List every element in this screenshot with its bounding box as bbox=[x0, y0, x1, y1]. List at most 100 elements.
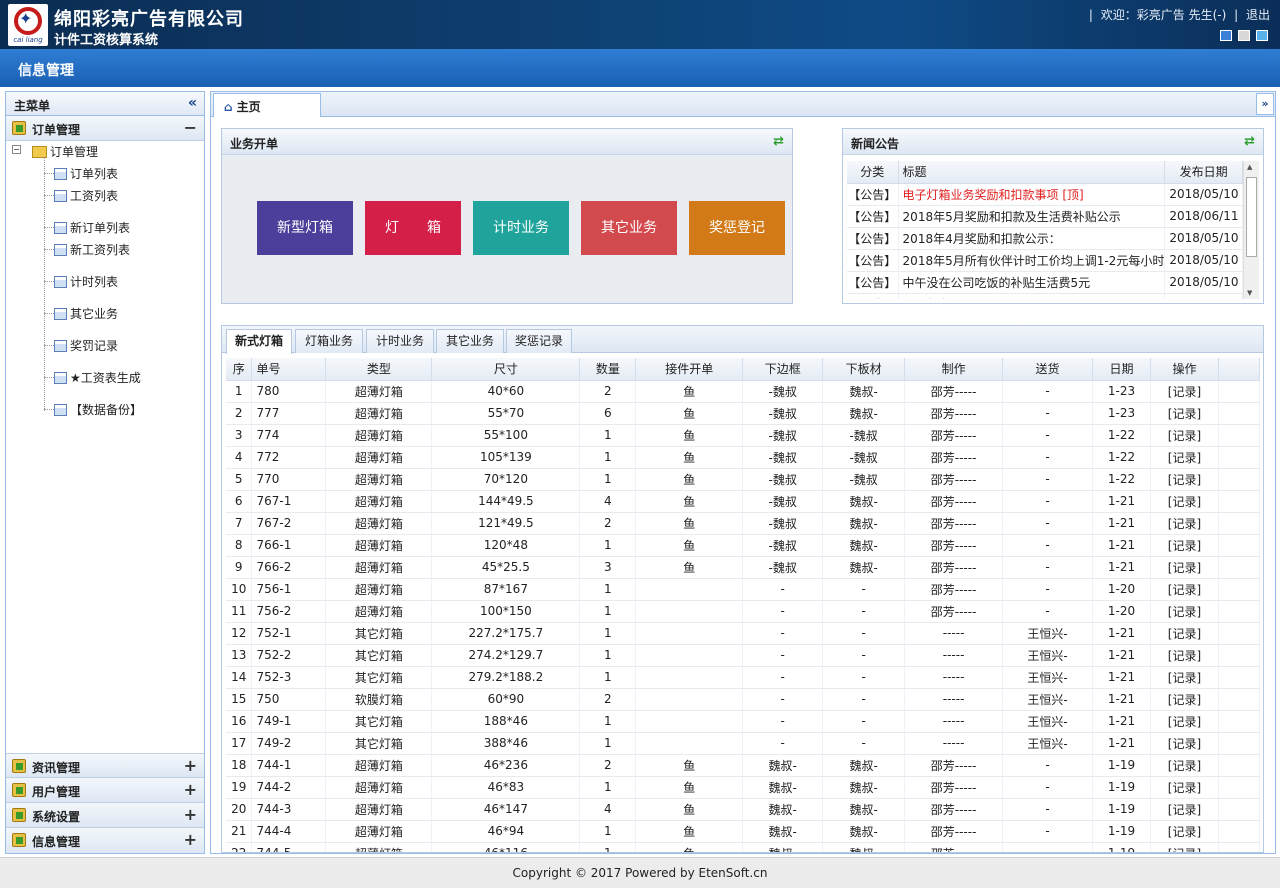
record-link[interactable]: [记录] bbox=[1150, 710, 1219, 733]
table-cell: 鱼 bbox=[635, 798, 744, 821]
orders-header-cell: 序 bbox=[226, 358, 253, 381]
table-cell: 魏叔- bbox=[822, 402, 906, 425]
table-cell: 魏叔- bbox=[822, 380, 906, 403]
news-header-date: 发布日期 bbox=[1164, 161, 1243, 184]
news-scrollbar[interactable]: ▲ ▼ bbox=[1243, 161, 1259, 299]
news-cell-title[interactable]: 2018年4月奖励和扣款公示： bbox=[898, 227, 1166, 250]
orders-panel: 新式灯箱 灯箱业务 计时业务 其它业务 奖惩记录 序单号 类型 尺寸 数量 接件开单 下边… bbox=[221, 325, 1264, 853]
tree-item-other-business[interactable]: 其它业务 bbox=[54, 305, 118, 322]
accordion-system-settings[interactable]: 系统设置 + bbox=[6, 803, 204, 828]
record-link[interactable]: [记录] bbox=[1150, 754, 1219, 777]
tree-item-label: 订单列表 bbox=[70, 167, 119, 181]
record-link[interactable]: [记录] bbox=[1150, 468, 1219, 491]
record-link[interactable]: [记录] bbox=[1150, 600, 1219, 623]
refresh-icon[interactable]: ⇄ bbox=[773, 134, 784, 149]
table-cell bbox=[635, 600, 744, 623]
tree-item-hourly-list[interactable]: 计时列表 bbox=[54, 273, 118, 290]
logout-link[interactable]: 退出 bbox=[1246, 8, 1270, 22]
news-cell-title[interactable]: 5月计时上调 bbox=[898, 293, 1166, 299]
news-row[interactable]: 【公告】 2018年5月奖励和扣款及生活费补贴公示 2018/06/11 bbox=[847, 205, 1243, 228]
table-cell: 60*90 bbox=[431, 688, 581, 711]
table-cell: 软膜灯箱 bbox=[325, 688, 433, 711]
collapse-minus-icon[interactable]: − bbox=[184, 118, 197, 137]
tab-lightbox-business[interactable]: 灯箱业务 bbox=[295, 329, 363, 353]
tree-item-new-wage-list[interactable]: 新工资列表 bbox=[54, 241, 130, 258]
double-chevron-left-icon[interactable]: « bbox=[188, 95, 197, 111]
table-cell: 魏叔- bbox=[822, 776, 906, 799]
record-link[interactable]: [记录] bbox=[1150, 424, 1219, 447]
tree-item-reward-records[interactable]: 奖罚记录 bbox=[54, 337, 118, 354]
hourly-business-button[interactable]: 计时业务 bbox=[473, 201, 569, 255]
other-business-button[interactable]: 其它业务 bbox=[581, 201, 677, 255]
tree-item-new-order-list[interactable]: 新订单列表 bbox=[54, 219, 130, 236]
table-cell: - bbox=[1002, 798, 1094, 821]
accordion-label: 订单管理 bbox=[32, 123, 81, 137]
record-link[interactable]: [记录] bbox=[1150, 534, 1219, 557]
accordion-info-management[interactable]: 信息管理 + bbox=[6, 828, 204, 853]
table-cell: 邵芳----- bbox=[904, 468, 1004, 491]
table-cell: 超薄灯箱 bbox=[325, 468, 433, 491]
lightbox-button[interactable]: 灯 箱 bbox=[365, 201, 461, 255]
tab-hourly-business[interactable]: 计时业务 bbox=[366, 329, 434, 353]
news-row[interactable]: 【公告】 2018年4月奖励和扣款公示： 2018/05/10 bbox=[847, 227, 1243, 250]
tree-item-generate-wage-sheet[interactable]: ★工资表生成 bbox=[54, 369, 141, 386]
tree-item-wage-list[interactable]: 工资列表 bbox=[54, 187, 118, 204]
skin-gray-button[interactable] bbox=[1238, 30, 1250, 41]
tree-root-order-management[interactable]: 订单管理 bbox=[32, 143, 98, 160]
expand-plus-icon[interactable]: + bbox=[184, 780, 197, 799]
news-cell-title[interactable]: 2018年5月所有伙伴计时工价均上调1-2元每小时 bbox=[898, 249, 1166, 272]
tab-reward-records[interactable]: 奖惩记录 bbox=[506, 329, 572, 353]
record-link[interactable]: [记录] bbox=[1150, 490, 1219, 513]
accordion-news-management[interactable]: 资讯管理 + bbox=[6, 753, 204, 778]
table-cell: 777 bbox=[251, 402, 327, 425]
news-row[interactable]: 【公告】 中午没在公司吃饭的补贴生活费5元 2018/05/10 bbox=[847, 271, 1243, 294]
tab-other-business[interactable]: 其它业务 bbox=[436, 329, 504, 353]
record-link[interactable]: [记录] bbox=[1150, 622, 1219, 645]
record-link[interactable]: [记录] bbox=[1150, 688, 1219, 711]
expand-plus-icon[interactable]: + bbox=[184, 805, 197, 824]
record-link[interactable]: [记录] bbox=[1150, 732, 1219, 755]
record-link[interactable]: [记录] bbox=[1150, 402, 1219, 425]
double-chevron-down-icon[interactable]: » bbox=[1256, 93, 1274, 115]
expand-plus-icon[interactable]: + bbox=[184, 830, 197, 849]
record-link[interactable]: [记录] bbox=[1150, 380, 1219, 403]
table-cell: 1-22 bbox=[1092, 468, 1151, 491]
table-row: 18 744-1 超薄灯箱 46*236 2 鱼魏叔- 魏叔- 邵芳----- -1-19 [记录… bbox=[226, 754, 1260, 777]
table-cell: 超薄灯箱 bbox=[325, 402, 433, 425]
tree-item-data-backup[interactable]: 【数据备份】 bbox=[54, 401, 142, 418]
expand-plus-icon[interactable]: + bbox=[184, 756, 197, 775]
news-row[interactable]: 【公告】 2018年5月所有伙伴计时工价均上调1-2元每小时 2018/05/10 bbox=[847, 249, 1243, 272]
record-link[interactable]: [记录] bbox=[1150, 776, 1219, 799]
accordion-order-management[interactable]: 订单管理 − bbox=[6, 116, 204, 141]
news-row[interactable]: 【公告】 电子灯箱业务奖励和扣款事项 [顶] 2018/05/10 bbox=[847, 183, 1243, 206]
table-cell: 1-20 bbox=[1092, 578, 1151, 601]
tree-collapse-icon[interactable]: − bbox=[12, 145, 21, 154]
tab-home[interactable]: ⌂ 主页 bbox=[213, 93, 321, 117]
table-cell: 9 bbox=[226, 556, 253, 579]
news-row[interactable]: 【公告】5月计时上调2018/05/01 bbox=[847, 293, 1243, 299]
table-cell: 王恒兴- bbox=[1002, 710, 1094, 733]
record-link[interactable]: [记录] bbox=[1150, 798, 1219, 821]
record-link[interactable]: [记录] bbox=[1150, 842, 1219, 852]
record-link[interactable]: [记录] bbox=[1150, 666, 1219, 689]
record-link[interactable]: [记录] bbox=[1150, 820, 1219, 843]
accordion-user-management[interactable]: 用户管理 + bbox=[6, 778, 204, 803]
record-link[interactable]: [记录] bbox=[1150, 512, 1219, 535]
tree-item-order-list[interactable]: 订单列表 bbox=[54, 165, 118, 182]
tab-new-lightbox[interactable]: 新式灯箱 bbox=[226, 329, 292, 354]
record-link[interactable]: [记录] bbox=[1150, 578, 1219, 601]
skin-light-blue-button[interactable] bbox=[1256, 30, 1268, 41]
news-cell-date: 2018/05/10 bbox=[1164, 227, 1243, 250]
news-cell-title[interactable]: 电子灯箱业务奖励和扣款事项 [顶] bbox=[898, 183, 1166, 206]
skin-blue-button[interactable] bbox=[1220, 30, 1232, 41]
record-link[interactable]: [记录] bbox=[1150, 446, 1219, 469]
new-lightbox-button[interactable]: 新型灯箱 bbox=[257, 201, 353, 255]
news-cell-title[interactable]: 中午没在公司吃饭的补贴生活费5元 bbox=[898, 271, 1166, 294]
table-cell: 16 bbox=[226, 710, 253, 733]
reward-penalty-button[interactable]: 奖惩登记 bbox=[689, 201, 785, 255]
record-link[interactable]: [记录] bbox=[1150, 644, 1219, 667]
table-cell: 744-4 bbox=[251, 820, 327, 843]
news-cell-title[interactable]: 2018年5月奖励和扣款及生活费补贴公示 bbox=[898, 205, 1166, 228]
refresh-icon[interactable]: ⇄ bbox=[1244, 134, 1255, 149]
record-link[interactable]: [记录] bbox=[1150, 556, 1219, 579]
